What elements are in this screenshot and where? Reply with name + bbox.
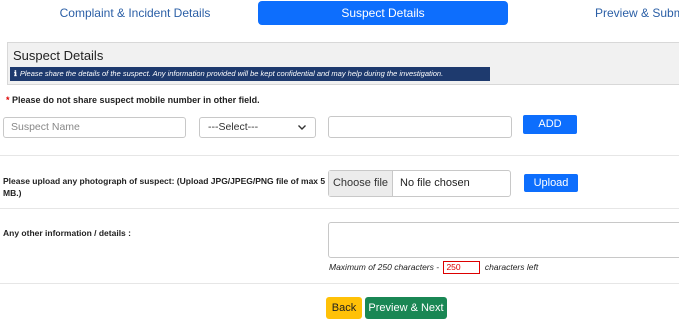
suspect-name-input[interactable]: Suspect Name [3,117,186,138]
identifier-value-input[interactable] [328,116,512,138]
section-header: Suspect Details ℹ Please share the detail… [7,42,679,85]
divider [0,155,679,156]
tab-suspect-details[interactable]: Suspect Details [258,1,508,25]
preview-next-button[interactable]: Preview & Next [365,297,447,319]
chars-left-value: 250 [443,261,481,274]
other-info-textarea[interactable] [328,222,679,258]
file-status: No file chosen [400,177,470,189]
tab-preview-submit[interactable]: Preview & Submit [560,1,679,25]
info-icon: ℹ [14,69,17,78]
mobile-warning: * Please do not share suspect mobile num… [6,95,260,105]
counter-suffix: characters left [484,261,539,272]
upload-photo-label: Please upload any photograph of suspect:… [3,176,326,198]
tab-complaint-details[interactable]: Complaint & Incident Details [40,1,230,25]
info-text: Please share the details of the suspect.… [19,69,444,78]
char-counter: Maximum of 250 characters - 250 characte… [329,261,538,274]
other-info-label: Any other information / details : [3,228,131,238]
warning-text: Please do not share suspect mobile numbe… [12,95,260,105]
select-value: ---Select--- [208,121,259,133]
divider [0,208,679,209]
back-button[interactable]: Back [326,297,362,319]
counter-prefix: Maximum of 250 characters - [329,261,440,272]
required-star: * [6,95,10,105]
upload-button[interactable]: Upload [524,174,578,192]
identifier-type-select[interactable]: ---Select--- [199,117,316,138]
add-button[interactable]: ADD [523,115,577,134]
divider [0,283,679,284]
section-title: Suspect Details [13,48,104,63]
info-banner: ℹ Please share the details of the suspect… [10,67,490,81]
chevron-down-icon [297,118,307,144]
choose-file-button[interactable]: Choose file [329,171,393,196]
file-input[interactable]: Choose file No file chosen [328,170,511,197]
